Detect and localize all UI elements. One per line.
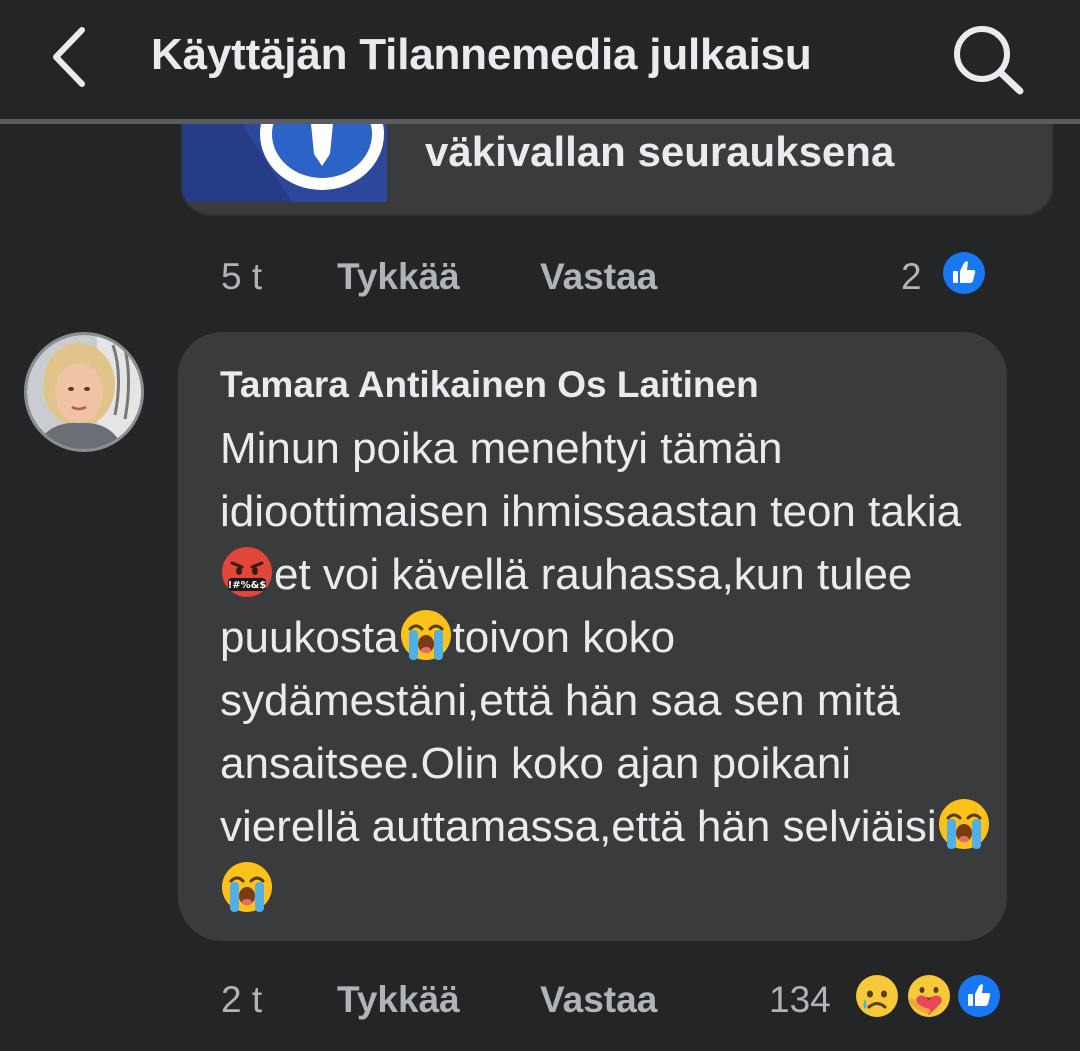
top-bar: Käyttäjän Tilannemedia julkaisu (0, 0, 1080, 124)
reply-button[interactable]: Vastaa (540, 256, 657, 298)
reaction-count[interactable]: 2 (901, 256, 922, 298)
like-icon[interactable] (955, 972, 1003, 1020)
loudly-crying-face-icon (220, 860, 274, 914)
like-icon[interactable] (940, 249, 988, 297)
comment-text-segment-1: Minun poika menehtyi tämän idioottimaise… (220, 424, 962, 536)
search-icon (954, 26, 1024, 95)
page-title: Käyttäjän Tilannemedia julkaisu (151, 30, 812, 79)
reaction-count[interactable]: 134 (769, 979, 831, 1021)
chevron-left-icon (53, 27, 85, 87)
comment-timestamp[interactable]: 2 t (221, 979, 262, 1021)
sad-icon[interactable] (853, 972, 901, 1020)
comment-actions: 2 t Tykkää Vastaa 134 (221, 972, 1021, 1025)
comment-author[interactable]: Tamara Antikainen Os Laitinen (220, 364, 759, 406)
previous-comment-actions: 5 t Tykkää Vastaa 2 (221, 249, 1021, 302)
link-preview-card[interactable]: väkivallan seurauksena (180, 124, 1054, 216)
app-root: Käyttäjän Tilannemedia julkaisu väkivall… (0, 0, 1080, 1051)
preview-thumbnail (182, 124, 395, 202)
svg-text:!#%&$: !#%&$ (228, 580, 267, 591)
like-button[interactable]: Tykkää (337, 979, 460, 1021)
preview-title: väkivallan seurauksena (425, 128, 895, 175)
loudly-crying-face-icon (399, 608, 453, 662)
loudly-crying-face-icon (937, 797, 991, 851)
comment-timestamp[interactable]: 5 t (221, 256, 262, 298)
like-button[interactable]: Tykkää (337, 256, 460, 298)
back-button[interactable] (38, 22, 102, 92)
reply-button[interactable]: Vastaa (540, 979, 657, 1021)
search-button[interactable] (946, 20, 1030, 96)
comment-text: Minun poika menehtyi tämän idioottimaise… (220, 417, 1000, 921)
care-icon[interactable] (905, 972, 953, 1020)
face-with-symbols-icon: !#%&$ (220, 545, 274, 599)
comment-bubble: Tamara Antikainen Os Laitinen Minun poik… (178, 332, 1007, 941)
avatar[interactable] (24, 332, 144, 452)
